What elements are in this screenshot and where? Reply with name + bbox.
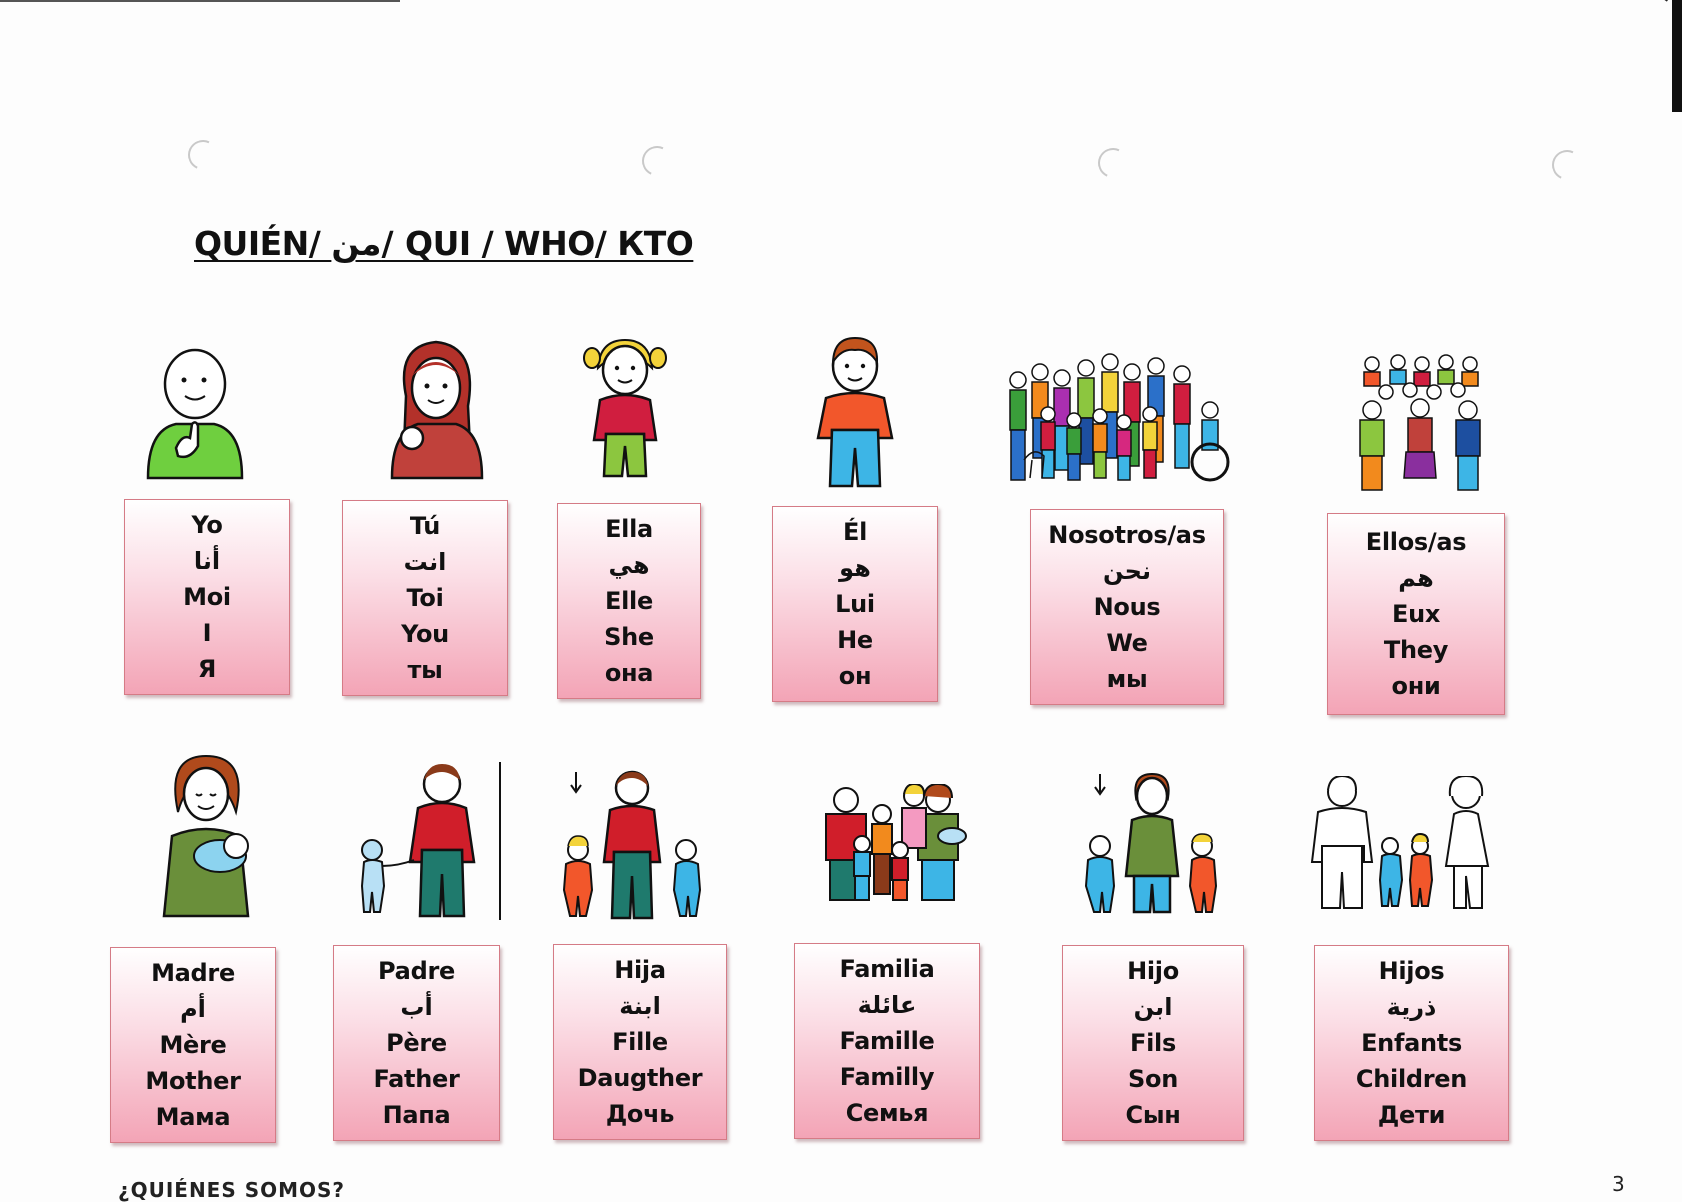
parents-children-icon <box>1310 776 1490 909</box>
family-card-padre: Padre أب Père Father Папа <box>333 945 500 1141</box>
pronoun-card-ellos: Ellos/as هم Eux They они <box>1327 513 1505 715</box>
scan-edge-line <box>0 0 400 2</box>
card-word-ru: мы <box>1106 665 1148 693</box>
scan-corner-mark <box>1672 0 1682 112</box>
punch-hole <box>1093 143 1133 183</box>
card-word-fr: Famille <box>839 1027 935 1055</box>
pronoun-card-tu: Tú انت Toi You ты <box>342 500 508 696</box>
card-word-ru: она <box>604 659 654 687</box>
card-word-ru: Дети <box>1377 1101 1446 1129</box>
crowd-we-icon <box>1009 353 1230 482</box>
card-word-fr: Elle <box>605 587 653 615</box>
card-word-en: I <box>202 619 212 647</box>
card-word-en: She <box>604 623 654 651</box>
card-word-fr: Eux <box>1391 600 1441 628</box>
pronoun-card-nosotros: Nosotros/as نحن Nous We мы <box>1030 509 1224 705</box>
card-word-fr: Fils <box>1130 1029 1176 1057</box>
card-word-en: Father <box>373 1065 460 1093</box>
card-word-ru: Семья <box>845 1099 929 1127</box>
card-word-fr: Toi <box>406 584 444 612</box>
card-word-ar: ابنة <box>619 992 661 1020</box>
pronoun-card-el: Él هو Lui He он <box>772 506 938 702</box>
card-word-es: Ellos/as <box>1365 528 1467 556</box>
card-word-en: Son <box>1128 1065 1178 1093</box>
card-word-ru: он <box>838 662 872 690</box>
card-word-fr: Mère <box>159 1031 227 1059</box>
card-word-en: Daugther <box>577 1064 703 1092</box>
card-word-en: He <box>837 626 873 654</box>
card-word-es: Hijos <box>1378 957 1445 985</box>
card-word-es: Ella <box>605 515 653 543</box>
pronoun-card-ella: Ella هي Elle She она <box>557 503 701 699</box>
card-word-ru: Дочь <box>605 1100 675 1128</box>
card-word-es: Hija <box>614 956 666 984</box>
card-word-ru: ты <box>407 656 443 684</box>
card-word-en: Familly <box>839 1063 935 1091</box>
girl-icon <box>583 338 667 478</box>
punch-hole <box>1547 145 1587 185</box>
card-word-ar: عائلة <box>857 991 917 1019</box>
card-word-ar: هي <box>608 551 650 579</box>
family-icon <box>825 784 967 901</box>
card-word-ar: انت <box>403 548 447 576</box>
family-card-madre: Madre أم Mère Mother Мама <box>110 947 276 1143</box>
card-word-es: Tú <box>409 512 441 540</box>
me-pointing-self-icon <box>146 348 244 480</box>
card-word-ru: Сын <box>1125 1101 1181 1129</box>
father-daughter-icon <box>562 770 702 920</box>
footer-text: ¿QUIÉNES SOMOS? <box>118 1178 346 1202</box>
card-word-en: They <box>1383 636 1449 664</box>
card-word-en: You <box>401 620 449 648</box>
card-word-ar: ابن <box>1133 993 1173 1021</box>
card-word-es: Yo <box>191 511 223 539</box>
card-word-fr: Moi <box>183 583 231 611</box>
card-word-es: Nosotros/as <box>1048 521 1206 549</box>
pronoun-card-yo: Yo أنا Moi I Я <box>124 499 290 695</box>
card-word-es: Él <box>842 518 868 546</box>
card-word-ar: نحن <box>1103 557 1151 585</box>
card-word-fr: Lui <box>835 590 875 618</box>
scan-corner-line <box>1617 0 1668 2</box>
card-word-ar: أم <box>180 995 206 1023</box>
mother-son-icon <box>1084 772 1218 914</box>
card-word-fr: Fille <box>612 1028 668 1056</box>
card-word-ar: هو <box>839 554 871 582</box>
card-word-ar: ذرية <box>1386 993 1437 1021</box>
page-title: QUIÉN/ من/ QUI / WHO/ КТО <box>194 224 694 263</box>
card-word-ar: هم <box>1398 564 1434 592</box>
card-word-es: Familia <box>839 955 935 983</box>
card-word-fr: Enfants <box>1361 1029 1462 1057</box>
family-card-hijo: Hijo ابن Fils Son Сын <box>1062 945 1244 1141</box>
father-child-icon <box>360 762 501 920</box>
family-card-hija: Hija ابنة Fille Daugther Дочь <box>553 944 727 1140</box>
mother-baby-icon <box>162 754 250 918</box>
card-word-ru: Я <box>197 655 217 683</box>
card-word-es: Padre <box>378 957 455 985</box>
card-word-ru: они <box>1391 672 1441 700</box>
card-word-ru: Мама <box>155 1103 231 1131</box>
group-they-icon <box>1359 354 1481 491</box>
card-word-fr: Père <box>386 1029 447 1057</box>
you-pointing-icon <box>390 340 484 480</box>
punch-hole <box>183 135 223 175</box>
family-card-familia: Familia عائلة Famille Familly Семья <box>794 943 980 1139</box>
card-word-ar: أب <box>400 993 433 1021</box>
family-card-hijos: Hijos ذرية Enfants Children Дети <box>1314 945 1509 1141</box>
card-word-es: Hijo <box>1127 957 1179 985</box>
card-word-en: Mother <box>145 1067 241 1095</box>
card-word-en: We <box>1106 629 1148 657</box>
card-word-en: Children <box>1355 1065 1468 1093</box>
boy-icon <box>816 336 894 488</box>
card-word-ar: أنا <box>193 547 221 575</box>
page-number: 3 <box>1612 1172 1625 1196</box>
card-word-fr: Nous <box>1093 593 1161 621</box>
card-word-ru: Папа <box>382 1101 451 1129</box>
punch-hole <box>637 141 677 181</box>
card-word-es: Madre <box>151 959 235 987</box>
